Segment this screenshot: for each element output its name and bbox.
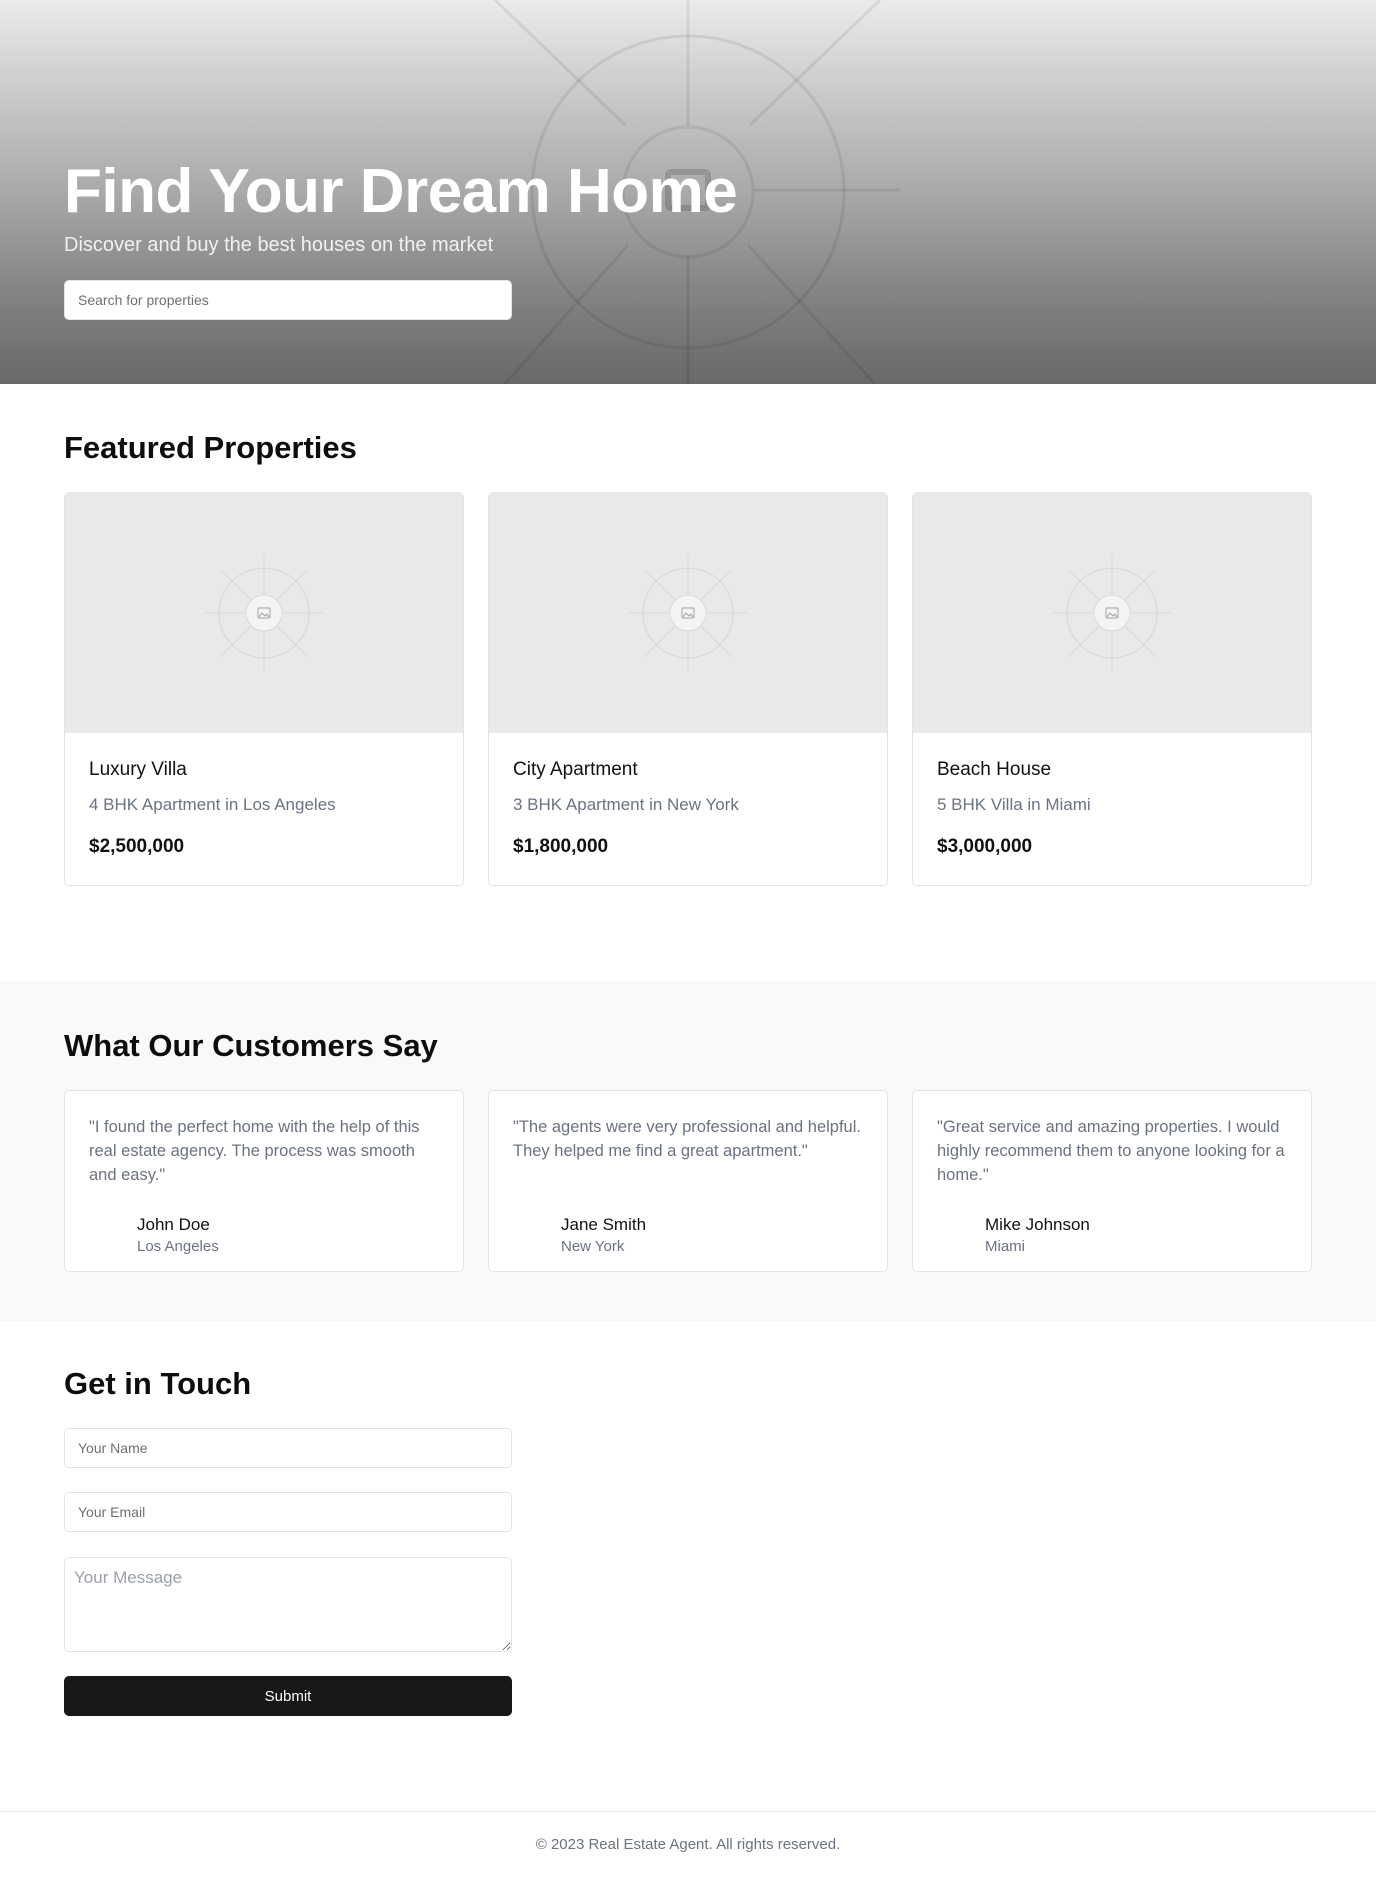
- image-placeholder-icon: [205, 555, 323, 671]
- property-card-city-apartment[interactable]: City Apartment 3 BHK Apartment in New Yo…: [488, 492, 888, 886]
- hero-section: Find Your Dream Home Discover and buy th…: [0, 0, 1376, 384]
- property-image: [65, 493, 463, 733]
- property-title: Beach House: [937, 759, 1052, 780]
- property-price: $3,000,000: [937, 836, 1033, 857]
- hero-title: Find Your Dream Home: [64, 157, 738, 226]
- footer-divider: [0, 1811, 1376, 1812]
- message-field[interactable]: [64, 1557, 512, 1652]
- hero-content: Find Your Dream Home Discover and buy th…: [64, 156, 738, 257]
- contact-heading: Get in Touch: [64, 1366, 252, 1401]
- name-field[interactable]: [64, 1428, 512, 1468]
- testimonial-author-city: New York: [561, 1238, 625, 1255]
- testimonial-card: "I found the perfect home with the help …: [64, 1090, 464, 1272]
- image-placeholder-icon: [629, 555, 747, 671]
- testimonial-card: "The agents were very professional and h…: [488, 1090, 888, 1272]
- property-card-luxury-villa[interactable]: Luxury Villa 4 BHK Apartment in Los Ange…: [64, 492, 464, 886]
- property-title: Luxury Villa: [89, 759, 187, 780]
- property-description: 5 BHK Villa in Miami: [937, 795, 1091, 814]
- property-card-beach-house[interactable]: Beach House 5 BHK Villa in Miami $3,000,…: [912, 492, 1312, 886]
- testimonial-author-name: Jane Smith: [561, 1215, 647, 1234]
- hero-subtitle: Discover and buy the best houses on the …: [64, 234, 494, 256]
- property-price: $2,500,000: [89, 836, 185, 857]
- property-title: City Apartment: [513, 759, 638, 780]
- testimonial-author-name: John Doe: [137, 1215, 210, 1234]
- testimonial-card: "Great service and amazing properties. I…: [912, 1090, 1312, 1272]
- testimonial-author-city: Los Angeles: [137, 1238, 219, 1255]
- property-description: 3 BHK Apartment in New York: [513, 795, 739, 814]
- testimonials-heading: What Our Customers Say: [64, 1028, 438, 1063]
- image-placeholder-icon: [1053, 555, 1171, 671]
- property-description: 4 BHK Apartment in Los Angeles: [89, 795, 336, 814]
- property-search-input[interactable]: [64, 280, 512, 320]
- testimonial-quote: "I found the perfect home with the help …: [89, 1118, 420, 1184]
- testimonial-author-city: Miami: [985, 1238, 1025, 1255]
- submit-button[interactable]: Submit: [64, 1676, 512, 1716]
- property-price: $1,800,000: [513, 836, 609, 857]
- testimonial-quote: "The agents were very professional and h…: [513, 1118, 861, 1160]
- property-image: [489, 493, 887, 733]
- footer-copyright: © 2023 Real Estate Agent. All rights res…: [535, 1836, 841, 1853]
- testimonial-quote: "Great service and amazing properties. I…: [937, 1118, 1285, 1184]
- testimonial-author-name: Mike Johnson: [985, 1215, 1090, 1234]
- featured-properties-heading: Featured Properties: [64, 430, 357, 465]
- property-image: [913, 493, 1311, 733]
- email-field[interactable]: [64, 1492, 512, 1532]
